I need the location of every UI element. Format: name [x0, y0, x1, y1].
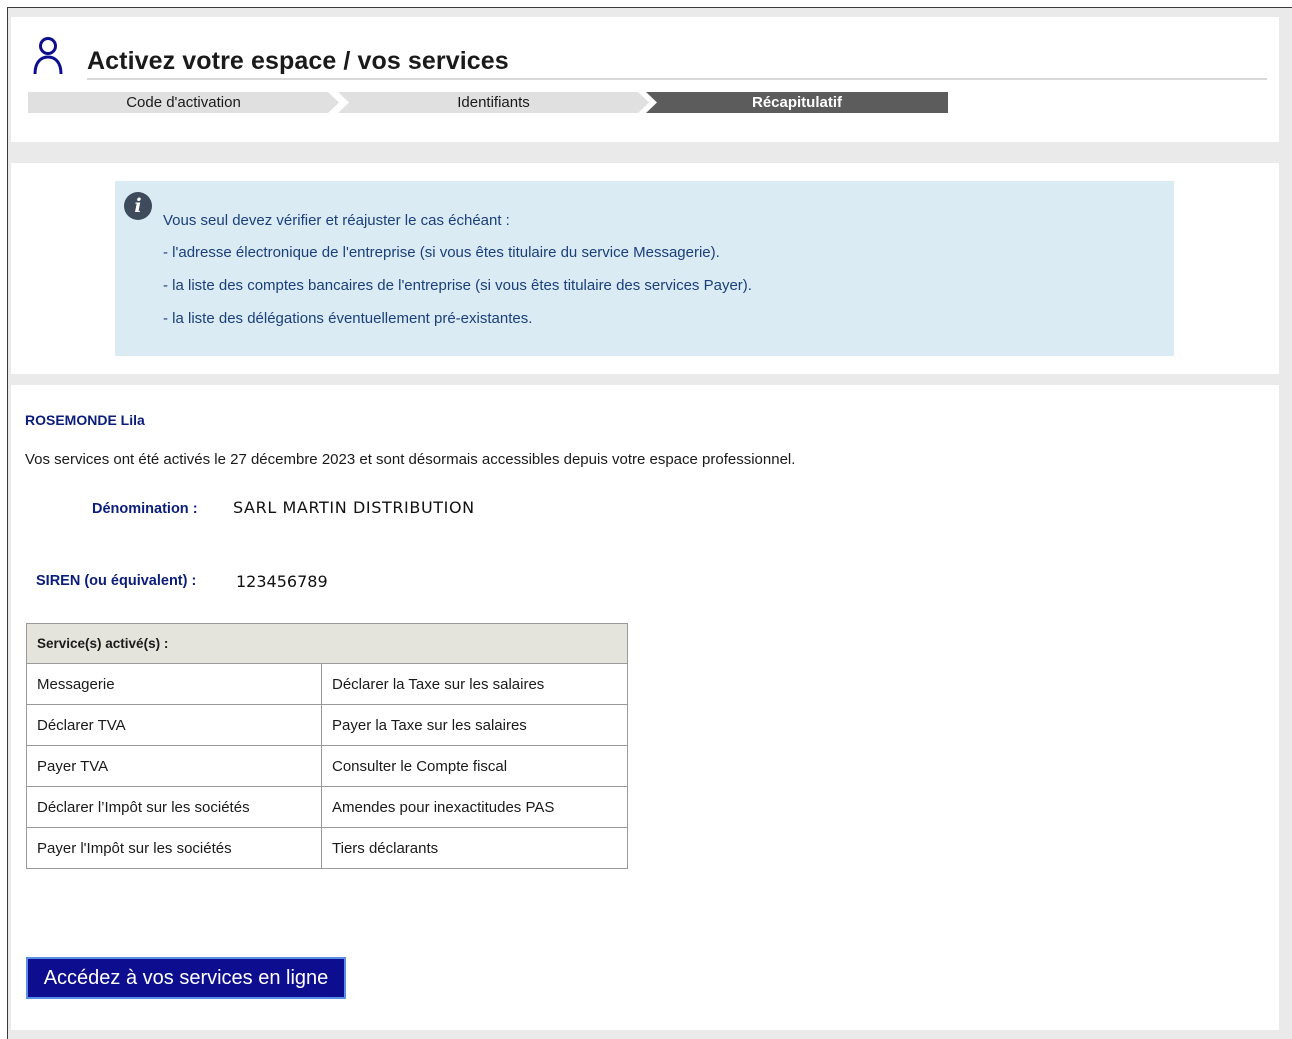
service-cell: Payer TVA	[26, 745, 322, 787]
info-box: i Vous seul devez vérifier et réajuster …	[115, 181, 1174, 356]
info-icon: i	[124, 192, 152, 220]
user-name: ROSEMONDE Lila	[25, 412, 145, 428]
service-cell: Déclarer l’Impôt sur les sociétés	[26, 786, 322, 828]
step-code-activation: Code d'activation	[28, 92, 339, 113]
info-line-delegations: - la liste des délégations éventuellemen…	[163, 310, 533, 327]
service-cell: Payer l'Impôt sur les sociétés	[26, 827, 322, 869]
access-online-services-button[interactable]: Accédez à vos services en ligne	[26, 957, 346, 999]
table-row: Déclarer l’Impôt sur les sociétés Amende…	[26, 786, 628, 828]
info-line-intro: Vous seul devez vérifier et réajuster le…	[163, 212, 510, 229]
title-divider	[87, 78, 1267, 80]
table-row: Déclarer TVA Payer la Taxe sur les salai…	[26, 704, 628, 746]
summary-panel: ROSEMONDE Lila Vos services ont été acti…	[11, 385, 1279, 1030]
service-cell: Déclarer la Taxe sur les salaires	[321, 663, 628, 705]
siren-value: 123456789	[236, 572, 328, 591]
table-row: Payer l'Impôt sur les sociétés Tiers déc…	[26, 827, 628, 869]
service-cell: Messagerie	[26, 663, 322, 705]
user-icon	[33, 37, 63, 75]
header-panel: Activez votre espace / vos services Code…	[11, 17, 1279, 142]
denomination-value: SARL MARTIN DISTRIBUTION	[233, 498, 475, 517]
page-title: Activez votre espace / vos services	[87, 47, 509, 75]
services-table: Service(s) activé(s) : Messagerie Déclar…	[26, 623, 628, 869]
page-frame: Activez votre espace / vos services Code…	[7, 7, 1292, 1039]
services-table-header: Service(s) activé(s) :	[26, 623, 628, 664]
service-cell: Payer la Taxe sur les salaires	[321, 704, 628, 746]
step-recapitulatif: Récapitulatif	[646, 92, 948, 113]
info-line-email: - l'adresse électronique de l'entreprise…	[163, 244, 720, 261]
info-line-bank-accounts: - la liste des comptes bancaires de l'en…	[163, 277, 752, 294]
table-row: Payer TVA Consulter le Compte fiscal	[26, 745, 628, 787]
service-cell: Amendes pour inexactitudes PAS	[321, 786, 628, 828]
service-cell: Tiers déclarants	[321, 827, 628, 869]
step-identifiants: Identifiants	[338, 92, 649, 113]
service-cell: Consulter le Compte fiscal	[321, 745, 628, 787]
service-cell: Déclarer TVA	[26, 704, 322, 746]
denomination-label: Dénomination :	[92, 501, 198, 517]
info-panel: i Vous seul devez vérifier et réajuster …	[11, 163, 1279, 374]
siren-label: SIREN (ou équivalent) :	[36, 573, 197, 589]
progress-steps: Code d'activation Identifiants Récapitul…	[28, 92, 948, 113]
activation-message: Vos services ont été activés le 27 décem…	[25, 451, 796, 468]
table-row: Messagerie Déclarer la Taxe sur les sala…	[26, 663, 628, 705]
